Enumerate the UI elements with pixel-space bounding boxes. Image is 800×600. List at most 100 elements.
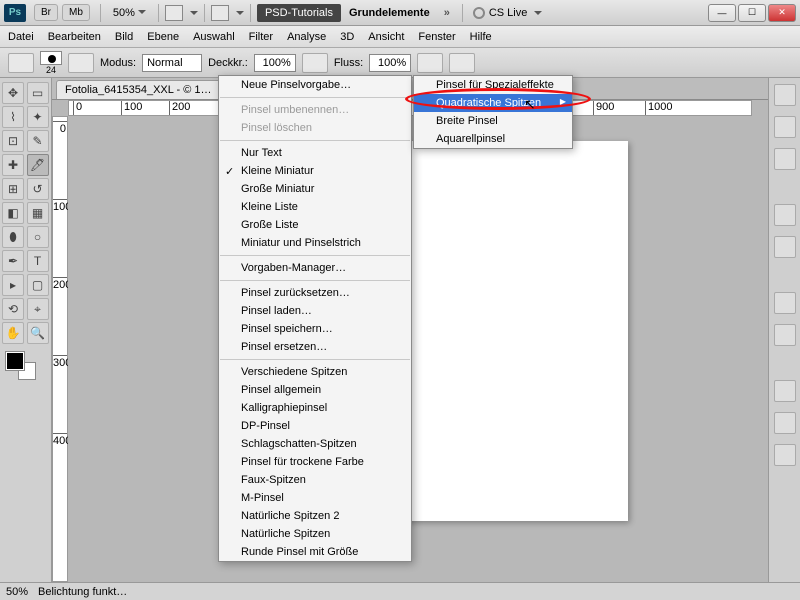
options-bar: 24 Modus: Normal Deckkr.: 100% Fluss: 10…	[0, 48, 800, 78]
path-select-tool[interactable]: ▸	[2, 274, 24, 296]
zoom-tool[interactable]: 🔍	[27, 322, 49, 344]
cm-mbrushes[interactable]: M-Pinsel	[219, 489, 411, 507]
cm-small-list[interactable]: Kleine Liste	[219, 198, 411, 216]
menu-bild[interactable]: Bild	[115, 31, 133, 43]
brush-panel-button[interactable]	[68, 53, 94, 73]
cm-dp[interactable]: DP-Pinsel	[219, 417, 411, 435]
minibridge-button[interactable]: Mb	[62, 4, 90, 21]
channels-panel-icon[interactable]	[774, 412, 796, 434]
menu-filter[interactable]: Filter	[249, 31, 273, 43]
menu-fenster[interactable]: Fenster	[418, 31, 455, 43]
menu-hilfe[interactable]: Hilfe	[470, 31, 492, 43]
workspace-psd-tutorials[interactable]: PSD-Tutorials	[257, 4, 341, 22]
eyedropper-tool[interactable]: ✎	[27, 130, 49, 152]
cm-small-thumb[interactable]: Kleine Miniatur	[219, 162, 411, 180]
status-info[interactable]: Belichtung funkt…	[38, 586, 127, 598]
cm-basic[interactable]: Pinsel allgemein	[219, 381, 411, 399]
cm-dropshadow[interactable]: Schlagschatten-Spitzen	[219, 435, 411, 453]
cm-natural[interactable]: Natürliche Spitzen	[219, 525, 411, 543]
pressure-size-icon[interactable]	[449, 53, 475, 73]
masks-panel-icon[interactable]	[774, 236, 796, 258]
color-panel-icon[interactable]	[774, 84, 796, 106]
cm-large-thumb[interactable]: Große Miniatur	[219, 180, 411, 198]
history-panel-icon[interactable]	[774, 292, 796, 314]
arrange-icon[interactable]	[165, 5, 183, 21]
brush-preview[interactable]: 24	[40, 51, 62, 75]
workspace-more[interactable]: »	[438, 7, 456, 19]
menu-ansicht[interactable]: Ansicht	[368, 31, 404, 43]
marquee-tool[interactable]: ▭	[27, 82, 49, 104]
cm-large-list[interactable]: Große Liste	[219, 216, 411, 234]
cm-wide[interactable]: Breite Pinsel	[414, 112, 572, 130]
deckkraft-input[interactable]: 100%	[254, 54, 296, 72]
color-swatches[interactable]	[2, 350, 49, 380]
menu-3d[interactable]: 3D	[340, 31, 354, 43]
tool-preset-button[interactable]	[8, 53, 34, 73]
menu-ebene[interactable]: Ebene	[147, 31, 179, 43]
blur-tool[interactable]: ⬮	[2, 226, 24, 248]
fg-color[interactable]	[6, 352, 24, 370]
screenmode-icon[interactable]	[211, 5, 229, 21]
cm-preset-manager[interactable]: Vorgaben-Manager…	[219, 259, 411, 277]
paths-panel-icon[interactable]	[774, 444, 796, 466]
eraser-tool[interactable]: ◧	[2, 202, 24, 224]
menu-auswahl[interactable]: Auswahl	[193, 31, 235, 43]
minimize-button[interactable]: —	[708, 4, 736, 22]
status-zoom[interactable]: 50%	[6, 586, 28, 598]
cm-square[interactable]: Quadratische Spitzen	[414, 94, 572, 112]
cm-text-only[interactable]: Nur Text	[219, 144, 411, 162]
pen-tool[interactable]: ✒	[2, 250, 24, 272]
gradient-tool[interactable]: ▦	[27, 202, 49, 224]
lasso-tool[interactable]: ⌇	[2, 106, 24, 128]
shape-tool[interactable]: ▢	[27, 274, 49, 296]
cm-round-size[interactable]: Runde Pinsel mit Größe	[219, 543, 411, 561]
document-tab[interactable]: Fotolia_6415354_XXL - © 1… ✕	[56, 80, 235, 99]
cm-stroke-thumb[interactable]: Miniatur und Pinselstrich	[219, 234, 411, 252]
cm-new-preset[interactable]: Neue Pinselvorgabe…	[219, 76, 411, 94]
zoom-display[interactable]: 50%	[107, 7, 152, 19]
fluss-input[interactable]: 100%	[369, 54, 411, 72]
airbrush-icon[interactable]	[417, 53, 443, 73]
cm-replace[interactable]: Pinsel ersetzen…	[219, 338, 411, 356]
modus-combo[interactable]: Normal	[142, 54, 202, 72]
cm-calligraphic[interactable]: Kalligraphiepinsel	[219, 399, 411, 417]
swatches-panel-icon[interactable]	[774, 116, 796, 138]
cm-natural2[interactable]: Natürliche Spitzen 2	[219, 507, 411, 525]
menu-analyse[interactable]: Analyse	[287, 31, 326, 43]
modus-label: Modus:	[100, 57, 136, 69]
cm-assorted[interactable]: Verschiedene Spitzen	[219, 363, 411, 381]
menu-datei[interactable]: Datei	[8, 31, 34, 43]
cm-reset[interactable]: Pinsel zurücksetzen…	[219, 284, 411, 302]
wand-tool[interactable]: ✦	[27, 106, 49, 128]
cm-load[interactable]: Pinsel laden…	[219, 302, 411, 320]
3d-tool[interactable]: ⟲	[2, 298, 24, 320]
maximize-button[interactable]: ☐	[738, 4, 766, 22]
cm-special[interactable]: Pinsel für Spezialeffekte	[414, 76, 572, 94]
brush-tool[interactable]: 🖊	[27, 154, 49, 176]
3d-camera-tool[interactable]: ⌖	[27, 298, 49, 320]
dodge-tool[interactable]: ○	[27, 226, 49, 248]
type-tool[interactable]: T	[27, 250, 49, 272]
actions-panel-icon[interactable]	[774, 324, 796, 346]
fluss-label: Fluss:	[334, 57, 363, 69]
patch-tool[interactable]: ✚	[2, 154, 24, 176]
cslive-button[interactable]: CS Live	[473, 7, 543, 19]
history-brush-tool[interactable]: ↺	[27, 178, 49, 200]
hand-tool[interactable]: ✋	[2, 322, 24, 344]
close-button[interactable]: ✕	[768, 4, 796, 22]
cm-drymedia[interactable]: Pinsel für trockene Farbe	[219, 453, 411, 471]
crop-tool[interactable]: ⊡	[2, 130, 24, 152]
styles-panel-icon[interactable]	[774, 148, 796, 170]
pressure-opacity-icon[interactable]	[302, 53, 328, 73]
cslive-icon	[473, 7, 485, 19]
adjustments-panel-icon[interactable]	[774, 204, 796, 226]
workspace-grundelemente[interactable]: Grundelemente	[341, 4, 438, 22]
stamp-tool[interactable]: ⊞	[2, 178, 24, 200]
layers-panel-icon[interactable]	[774, 380, 796, 402]
menu-bearbeiten[interactable]: Bearbeiten	[48, 31, 101, 43]
bridge-button[interactable]: Br	[34, 4, 58, 21]
cm-save[interactable]: Pinsel speichern…	[219, 320, 411, 338]
move-tool[interactable]: ✥	[2, 82, 24, 104]
cm-faux[interactable]: Faux-Spitzen	[219, 471, 411, 489]
cm-watercolor[interactable]: Aquarellpinsel	[414, 130, 572, 148]
